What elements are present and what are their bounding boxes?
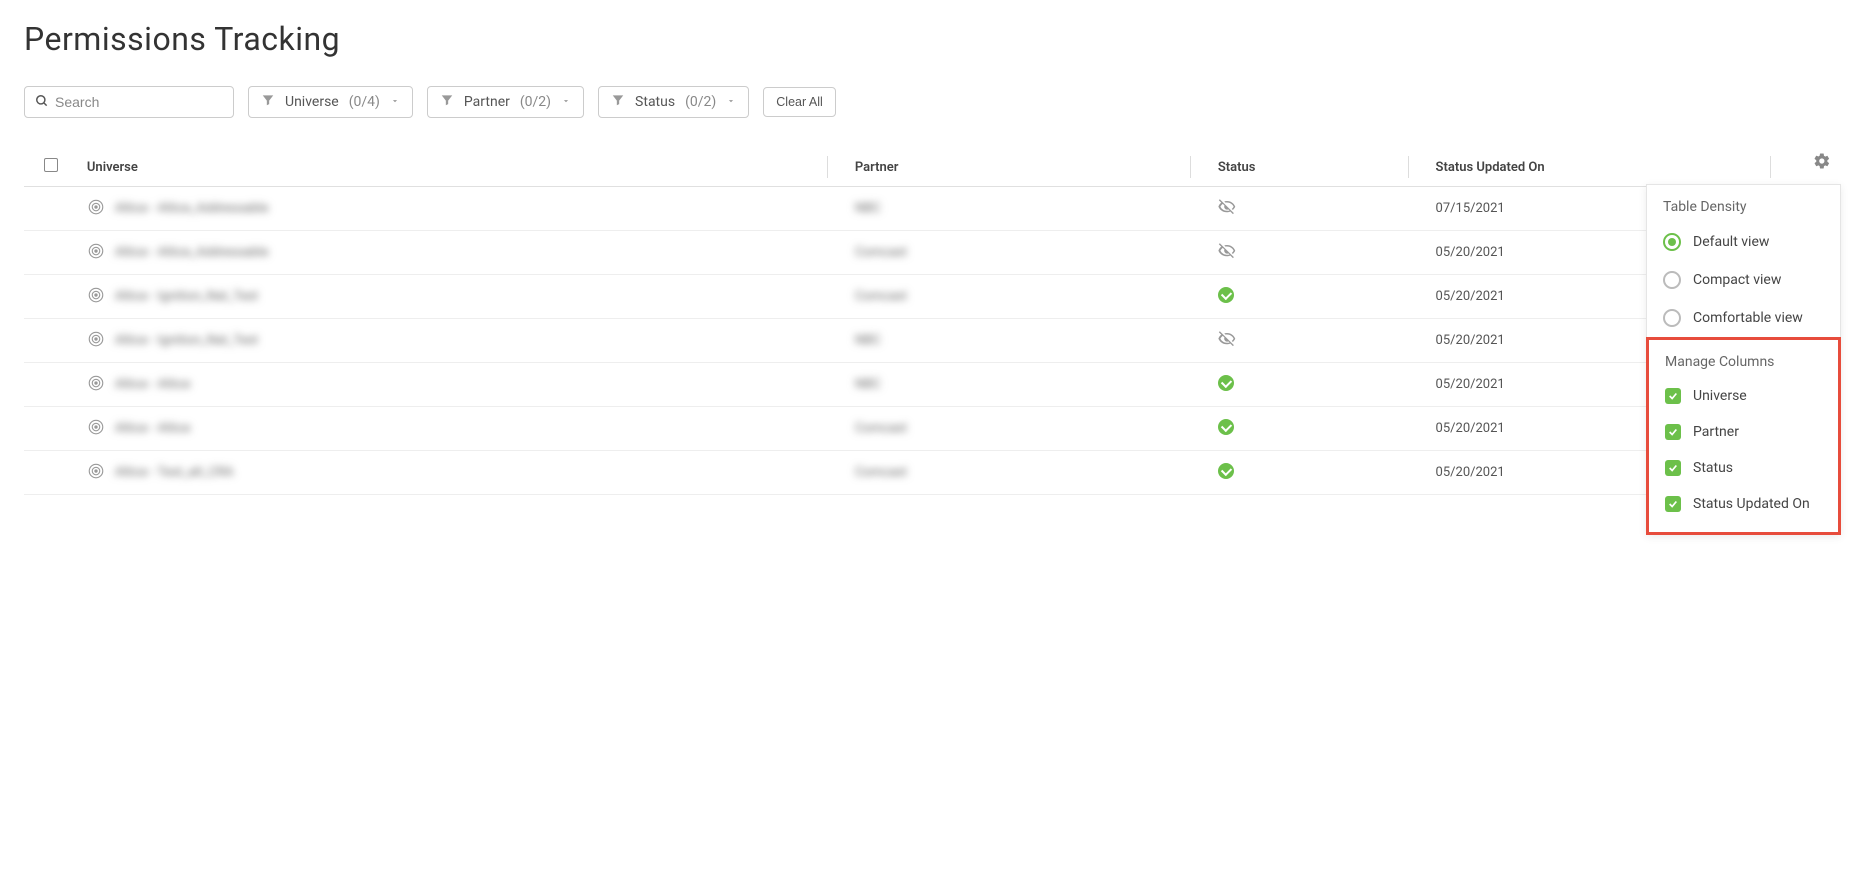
filter-label: Status xyxy=(635,94,675,110)
density-section-title: Table Density xyxy=(1647,185,1840,223)
chevron-down-icon xyxy=(390,94,400,110)
column-header-partner[interactable]: Partner xyxy=(837,148,1200,187)
table-row[interactable]: Altice - Ignition_Nat_TestComcast05/20/2… xyxy=(24,275,1841,319)
universe-icon xyxy=(87,242,105,264)
manage-columns-section: Manage Columns Universe Partner Status Stat… xyxy=(1646,337,1841,535)
density-option[interactable]: Default view xyxy=(1647,223,1840,261)
permissions-table: Universe Partner Status Status Updated O… xyxy=(24,148,1841,495)
checkbox-checked-icon xyxy=(1665,388,1681,404)
density-option[interactable]: Compact view xyxy=(1647,261,1840,299)
manage-column-label: Status Updated On xyxy=(1693,496,1810,512)
universe-name: Altice - Ignition_Nat_Test xyxy=(115,333,258,348)
column-header-universe[interactable]: Universe xyxy=(87,148,837,187)
universe-name: Altice - Test_alt_CRA xyxy=(115,465,234,480)
radio-icon xyxy=(1663,271,1681,289)
search-input[interactable] xyxy=(55,94,223,110)
filter-icon xyxy=(261,93,275,111)
partner-name: NBC xyxy=(855,333,881,348)
clear-all-button[interactable]: Clear All xyxy=(763,87,836,117)
status-disabled-icon xyxy=(1218,242,1236,260)
table-settings-panel: Table Density Default view Compact view Co… xyxy=(1646,184,1841,535)
filter-icon xyxy=(611,93,625,111)
universe-icon xyxy=(87,286,105,308)
column-header-updated[interactable]: Status Updated On xyxy=(1418,148,1781,187)
page-title: Permissions Tracking xyxy=(24,20,1841,58)
partner-name: Comcast xyxy=(855,465,907,480)
density-option-label: Default view xyxy=(1693,234,1769,250)
radio-icon xyxy=(1663,233,1681,251)
search-box[interactable] xyxy=(24,86,234,118)
filter-count: (0/4) xyxy=(349,94,380,110)
partner-name: Comcast xyxy=(855,245,907,260)
universe-name: Altice - Altice xyxy=(115,421,191,436)
universe-icon xyxy=(87,418,105,440)
filter-partner[interactable]: Partner (0/2) xyxy=(427,86,584,118)
filter-label: Universe xyxy=(285,94,339,110)
status-enabled-icon xyxy=(1218,419,1234,435)
table-row[interactable]: Altice - Ignition_Nat_TestNBC05/20/2021 xyxy=(24,319,1841,363)
table-row[interactable]: Altice - AlticeNBC05/20/2021 xyxy=(24,363,1841,407)
chevron-down-icon xyxy=(561,94,571,110)
status-enabled-icon xyxy=(1218,463,1234,479)
partner-name: NBC xyxy=(855,377,881,392)
density-option-label: Compact view xyxy=(1693,272,1781,288)
table-row[interactable]: Altice - AlticeComcast05/20/2021 xyxy=(24,407,1841,451)
universe-name: Altice - Altice_Addressable xyxy=(115,245,269,260)
checkbox-checked-icon xyxy=(1665,496,1681,512)
filter-label: Partner xyxy=(464,94,510,110)
manage-column-option[interactable]: Status Updated On xyxy=(1649,486,1838,522)
manage-column-label: Partner xyxy=(1693,424,1739,440)
filter-universe[interactable]: Universe (0/4) xyxy=(248,86,413,118)
checkbox-checked-icon xyxy=(1665,424,1681,440)
universe-name: Altice - Ignition_Nat_Test xyxy=(115,289,258,304)
status-disabled-icon xyxy=(1218,198,1236,216)
radio-icon xyxy=(1663,309,1681,327)
partner-name: Comcast xyxy=(855,289,907,304)
filter-status[interactable]: Status (0/2) xyxy=(598,86,749,118)
toolbar: Universe (0/4) Partner (0/2) Status (0/2) Cle… xyxy=(24,86,1841,118)
partner-name: Comcast xyxy=(855,421,907,436)
table-row[interactable]: Altice - Altice_AddressableNBC07/15/2021 xyxy=(24,187,1841,231)
manage-columns-title: Manage Columns xyxy=(1649,340,1838,378)
density-option[interactable]: Comfortable view xyxy=(1647,299,1840,337)
universe-name: Altice - Altice xyxy=(115,377,191,392)
manage-column-label: Universe xyxy=(1693,388,1747,404)
universe-icon xyxy=(87,462,105,484)
filter-count: (0/2) xyxy=(520,94,551,110)
universe-icon xyxy=(87,198,105,220)
density-option-label: Comfortable view xyxy=(1693,310,1803,326)
filter-count: (0/2) xyxy=(685,94,716,110)
checkbox-checked-icon xyxy=(1665,460,1681,476)
select-all-checkbox[interactable] xyxy=(44,158,58,172)
universe-icon xyxy=(87,330,105,352)
universe-name: Altice - Altice_Addressable xyxy=(115,201,269,216)
status-disabled-icon xyxy=(1218,330,1236,348)
chevron-down-icon xyxy=(726,94,736,110)
manage-column-option[interactable]: Status xyxy=(1649,450,1838,486)
search-icon xyxy=(35,93,49,112)
status-enabled-icon xyxy=(1218,287,1234,303)
table-row[interactable]: Altice - Test_alt_CRAComcast05/20/2021 xyxy=(24,451,1841,495)
universe-icon xyxy=(87,374,105,396)
filter-icon xyxy=(440,93,454,111)
table-row[interactable]: Altice - Altice_AddressableComcast05/20/… xyxy=(24,231,1841,275)
manage-column-label: Status xyxy=(1693,460,1733,476)
manage-column-option[interactable]: Universe xyxy=(1649,378,1838,414)
partner-name: NBC xyxy=(855,201,881,216)
column-header-status[interactable]: Status xyxy=(1200,148,1418,187)
status-enabled-icon xyxy=(1218,375,1234,391)
manage-column-option[interactable]: Partner xyxy=(1649,414,1838,450)
